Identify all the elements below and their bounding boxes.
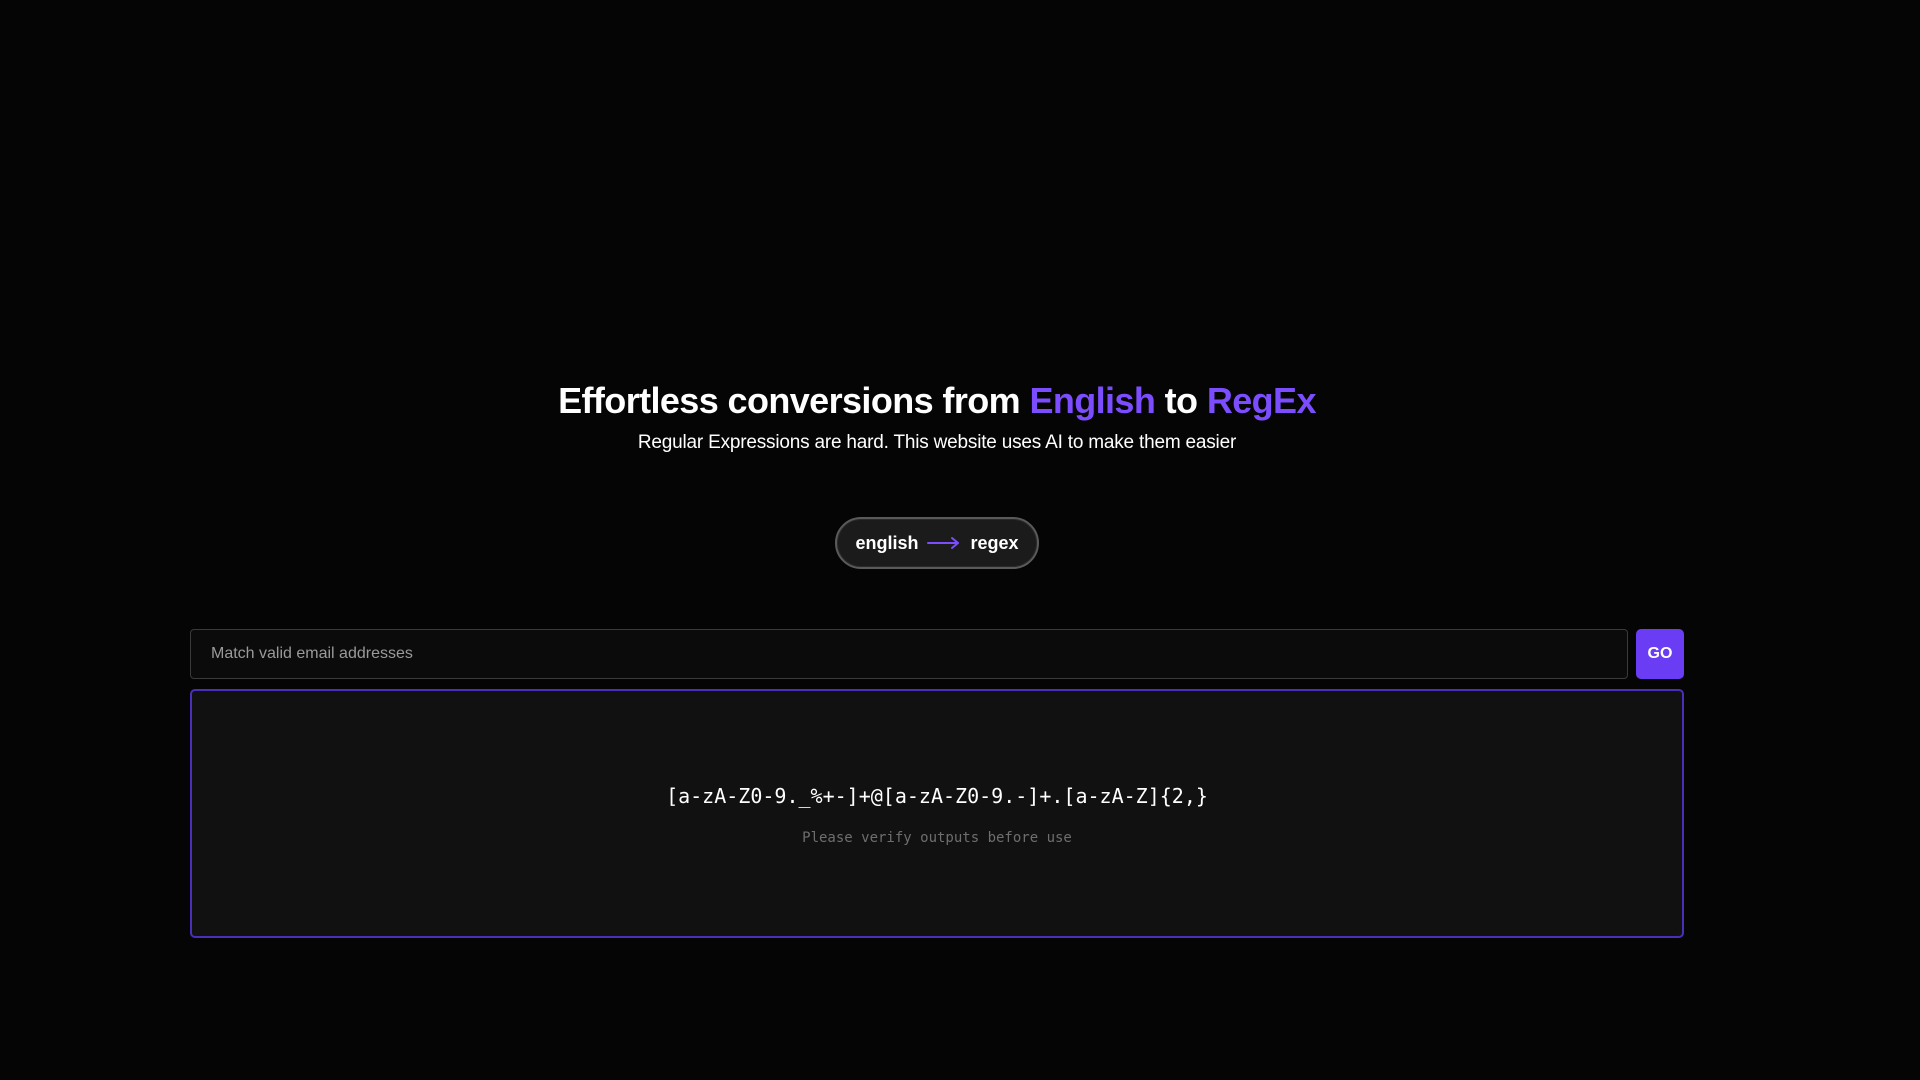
hero-title: Effortless conversions from English to R…: [0, 376, 1874, 426]
output-panel: [a-zA-Z0-9._%+-]+@[a-zA-Z0-9.-]+.[a-zA-Z…: [190, 689, 1684, 938]
hero-subtitle: Regular Expressions are hard. This websi…: [637, 432, 1237, 453]
hero-section: Effortless conversions from English to R…: [0, 376, 1874, 456]
disclaimer-text: Please verify outputs before use: [802, 830, 1072, 846]
hero-title-accent-regex: RegEx: [1206, 380, 1317, 421]
hero-title-part2: to: [1155, 380, 1207, 421]
hero-title-part1: Effortless conversions from: [558, 380, 1030, 421]
go-button[interactable]: GO: [1636, 629, 1684, 679]
arrow-right-icon: [927, 537, 960, 549]
query-input[interactable]: [190, 629, 1628, 679]
mode-from-label: english: [855, 532, 919, 553]
mode-toggle-button[interactable]: english regex: [835, 517, 1039, 569]
hero-title-accent-english: English: [1029, 380, 1156, 421]
page: Effortless conversions from English to R…: [0, 0, 1920, 1080]
regex-output: [a-zA-Z0-9._%+-]+@[a-zA-Z0-9.-]+.[a-zA-Z…: [666, 784, 1208, 808]
mode-to-label: regex: [970, 532, 1019, 553]
